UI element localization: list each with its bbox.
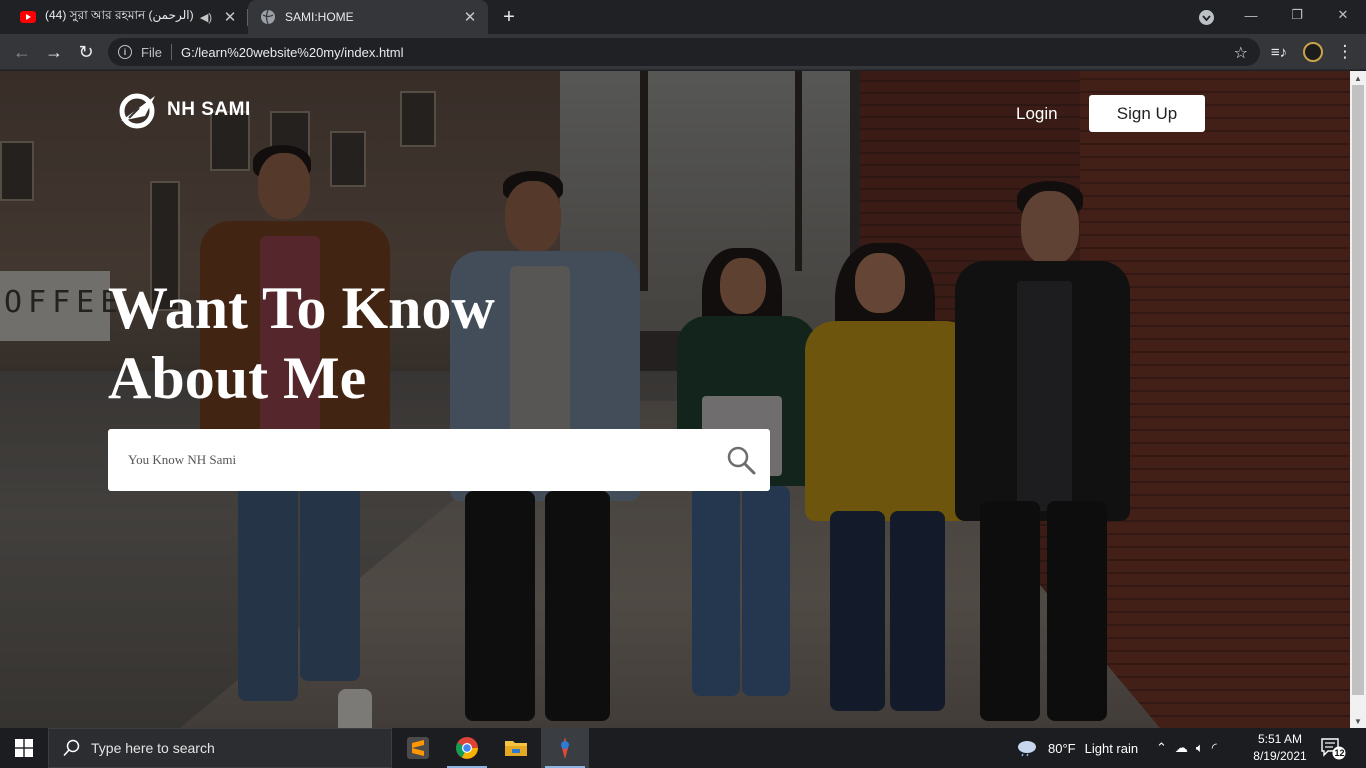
- restore-button[interactable]: ❐: [1274, 0, 1320, 30]
- browser-toolbar: ← → ↻ i File G:/learn%20website%20my/ind…: [0, 34, 1366, 70]
- address-bar[interactable]: i File G:/learn%20website%20my/index.htm…: [108, 38, 1260, 66]
- hero-title-line: Want To Know: [108, 275, 495, 341]
- tab-title: SAMI:HOME: [285, 10, 354, 24]
- file-explorer-icon[interactable]: [492, 728, 540, 768]
- sublime-text-icon[interactable]: [394, 728, 442, 768]
- weather-widget[interactable]: 80°F Light rain: [1016, 728, 1138, 768]
- login-link[interactable]: Login: [1016, 104, 1058, 124]
- site-logo[interactable]: NH SAMI: [115, 88, 251, 132]
- new-tab-button[interactable]: +: [498, 6, 520, 28]
- globe-icon: [260, 9, 276, 25]
- chrome-icon[interactable]: [443, 728, 491, 768]
- taskbar-search-box[interactable]: Type here to search: [48, 728, 392, 768]
- taskbar-clock[interactable]: 5:51 AM 8/19/2021: [1252, 731, 1308, 765]
- brand-name: NH SAMI: [167, 99, 251, 120]
- weather-condition: Light rain: [1084, 740, 1139, 756]
- hero-title-line: About Me: [108, 345, 367, 411]
- clock-date: 8/19/2021: [1253, 749, 1307, 763]
- tab-sami-home[interactable]: SAMI:HOME ✕: [248, 0, 488, 34]
- close-tab-icon[interactable]: ✕: [220, 7, 240, 27]
- url-text[interactable]: G:/learn%20website%20my/index.html: [181, 45, 404, 60]
- close-tab-icon[interactable]: ✕: [460, 7, 480, 27]
- search-icon: [63, 739, 80, 757]
- chevron-up-icon[interactable]: ⌃: [1156, 740, 1167, 756]
- tab-title: (44) সুরা আর রহমান (الرحمن): [45, 8, 194, 22]
- cloud-rain-icon: [1018, 741, 1036, 757]
- close-window-button[interactable]: ✕: [1320, 0, 1366, 30]
- scroll-down-arrow-icon[interactable]: ▼: [1350, 714, 1366, 728]
- kebab-menu-icon[interactable]: ⋮: [1332, 39, 1358, 65]
- media-control-icon[interactable]: ≡♪: [1266, 39, 1292, 65]
- profile-avatar[interactable]: [1300, 39, 1326, 65]
- wifi-icon[interactable]: ◜: [1212, 740, 1217, 756]
- windows-start-icon[interactable]: [0, 728, 48, 768]
- signup-button[interactable]: Sign Up: [1089, 95, 1205, 132]
- reload-icon[interactable]: ↻: [72, 38, 100, 66]
- scheme-label: File: [141, 44, 162, 60]
- notification-center-icon[interactable]: 12: [1320, 736, 1346, 760]
- paint-app-icon[interactable]: [541, 728, 589, 768]
- notification-count: 12: [1334, 748, 1345, 758]
- taskbar: Type here to search 80°F Light rain ⌃ ☁ …: [0, 728, 1366, 768]
- taskbar-search-placeholder: Type here to search: [91, 740, 215, 756]
- speaker-icon[interactable]: ◀): [200, 11, 212, 24]
- scroll-thumb[interactable]: [1352, 85, 1364, 695]
- minimize-button[interactable]: —: [1228, 0, 1274, 30]
- system-tray: ⌃ ☁ 🔈︎ ◜: [1156, 728, 1217, 768]
- tab-youtube[interactable]: (44) সুরা আর রহমান (الرحمن) ◀) ✕: [8, 0, 248, 34]
- omnibox-divider: [170, 44, 172, 60]
- youtube-icon: [20, 9, 36, 25]
- page-viewport: OFFEE NH SAMI Login Sign Up Want To Know…: [0, 71, 1350, 728]
- bookmark-star-icon[interactable]: ☆: [1234, 43, 1248, 63]
- logo-icon: [119, 93, 155, 129]
- page-scrollbar[interactable]: ▲ ▼: [1350, 71, 1366, 728]
- back-arrow-icon[interactable]: ←: [8, 38, 36, 66]
- volume-icon[interactable]: 🔈︎: [1196, 740, 1204, 756]
- scroll-up-arrow-icon[interactable]: ▲: [1350, 71, 1366, 85]
- clock-time: 5:51 AM: [1257, 732, 1303, 746]
- hero-search-input[interactable]: [128, 450, 688, 470]
- onedrive-icon[interactable]: ☁: [1175, 740, 1188, 756]
- weather-temp: 80°F: [1048, 740, 1076, 756]
- tab-strip: (44) সুরা আর রহমান (الرحمن) ◀) ✕ SAMI:HO…: [0, 0, 1366, 34]
- forward-arrow-icon[interactable]: →: [40, 38, 68, 66]
- tab-search-icon[interactable]: [1199, 10, 1214, 25]
- search-icon[interactable]: [725, 444, 757, 476]
- hero-search-box: [108, 429, 770, 491]
- hero-title: Want To Know About Me: [108, 273, 628, 413]
- info-icon[interactable]: i: [118, 45, 132, 59]
